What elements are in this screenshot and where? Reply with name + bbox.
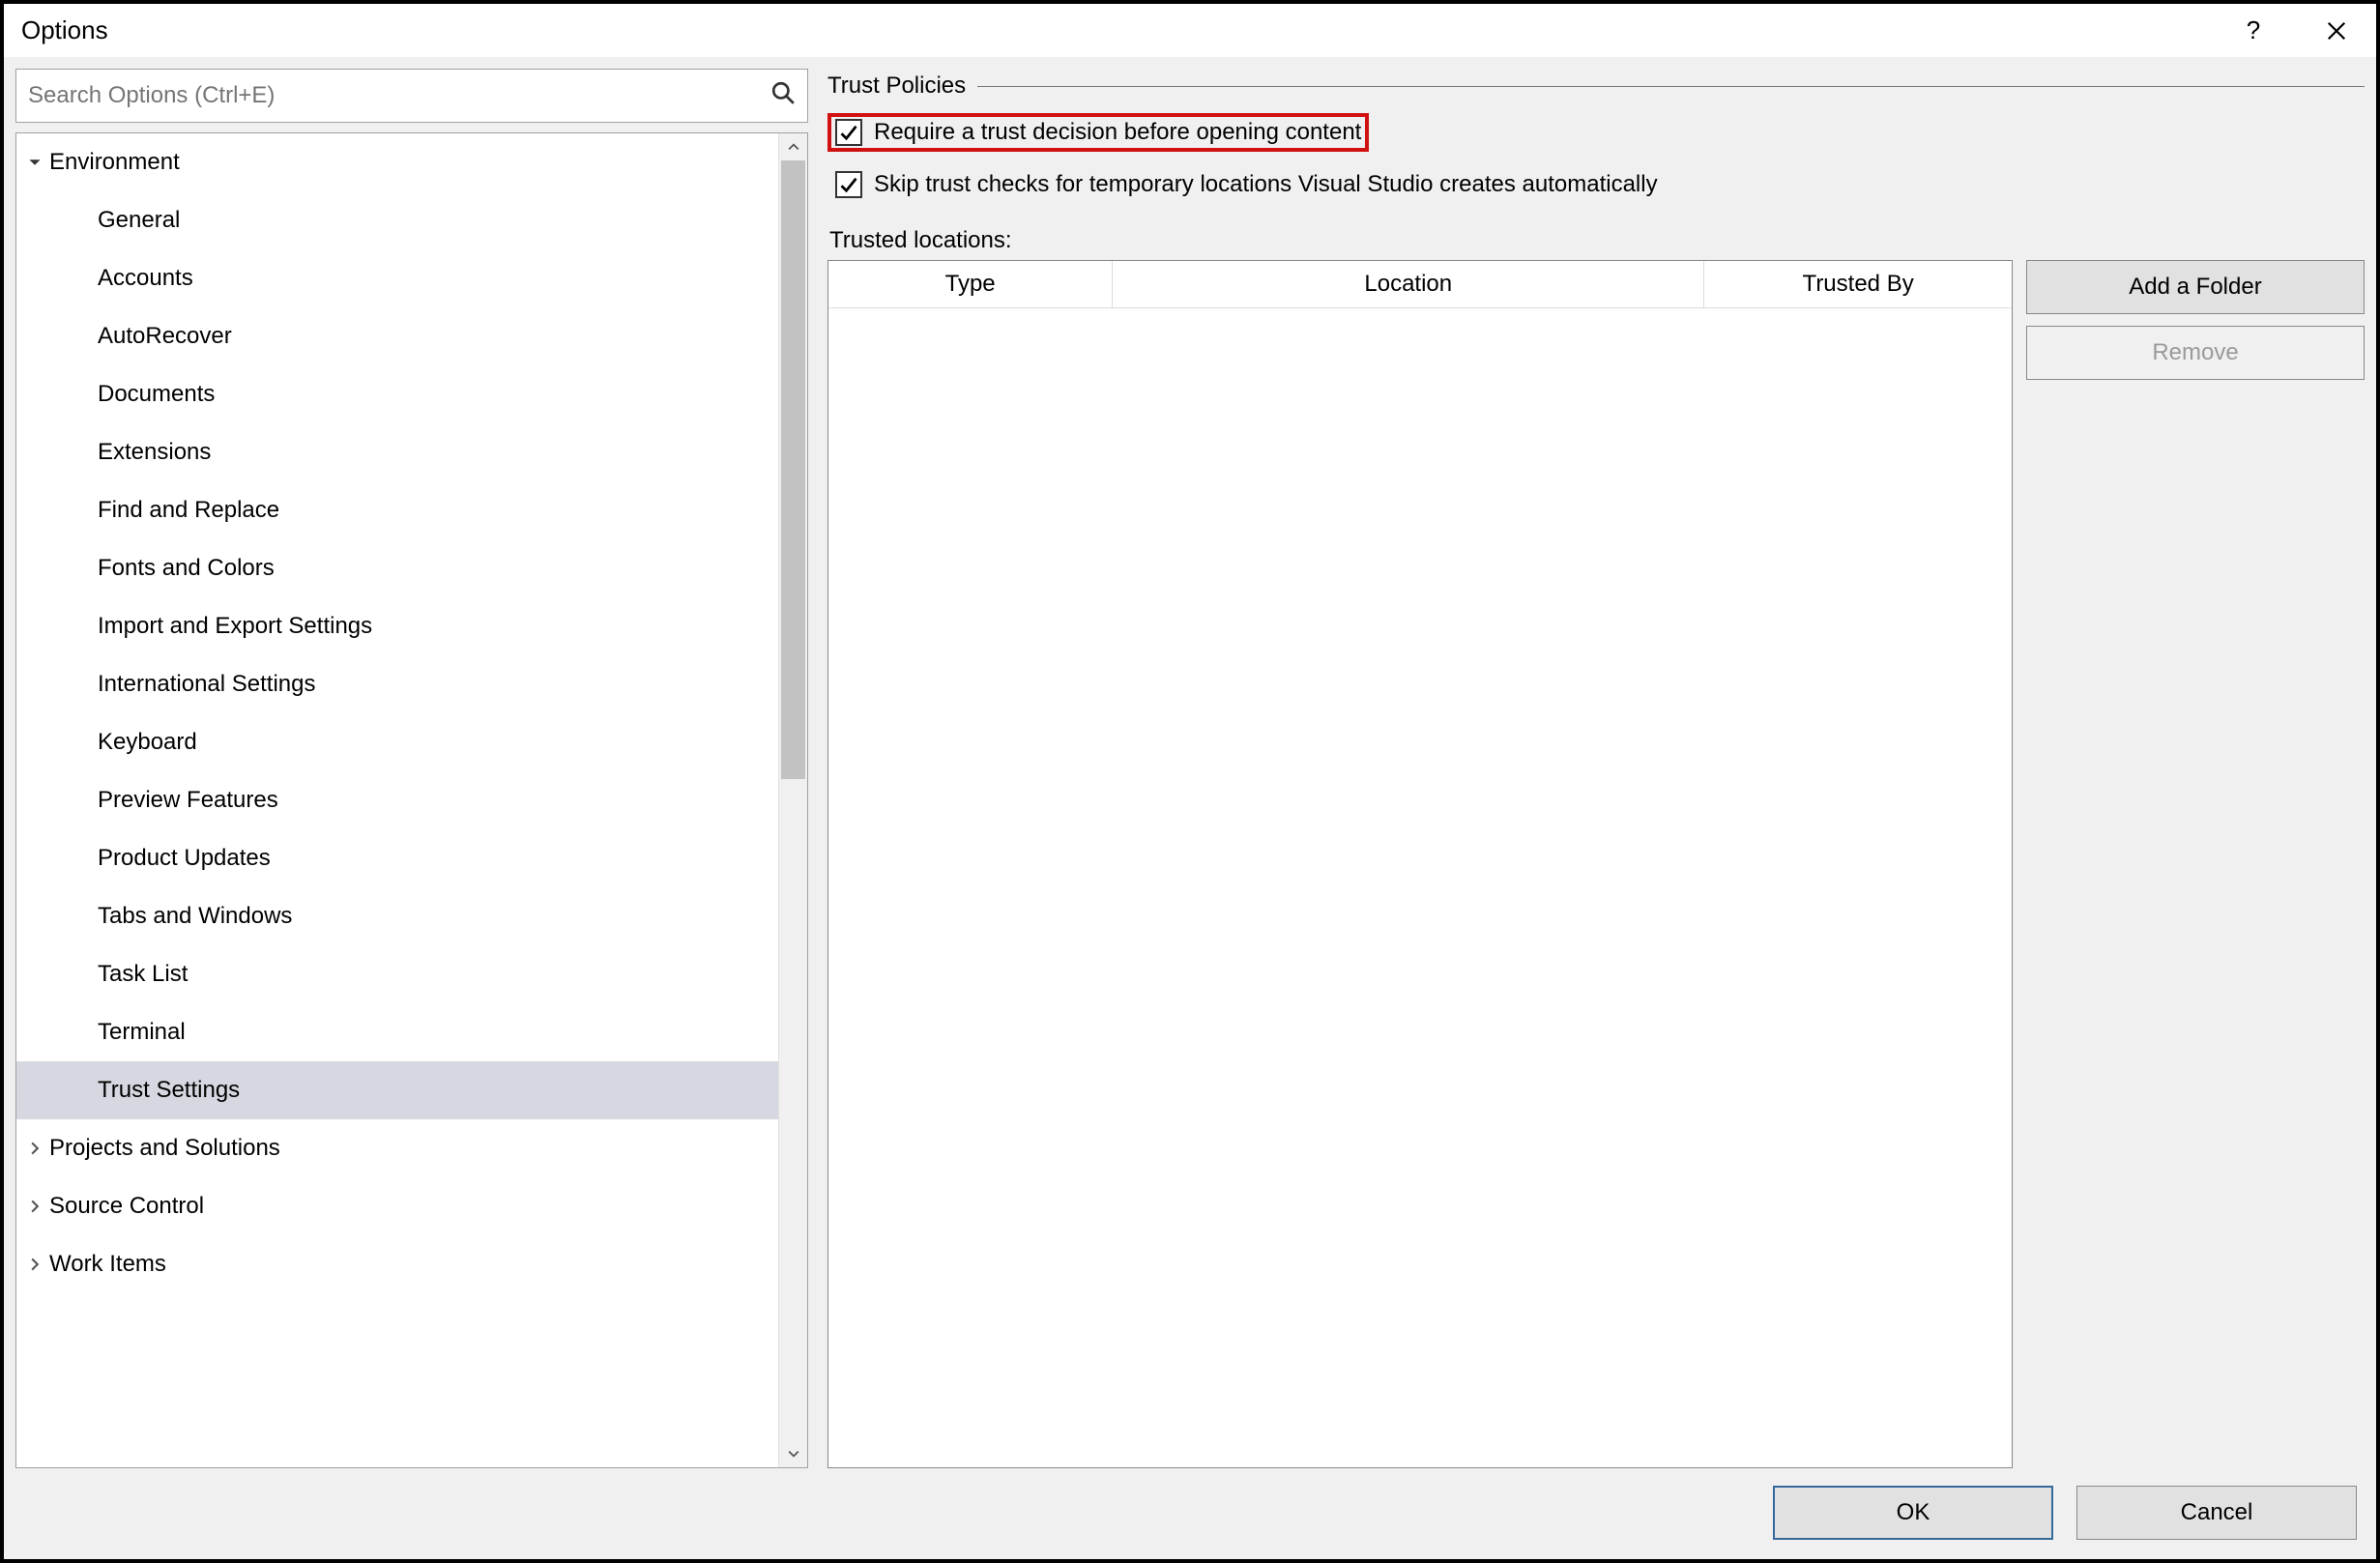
tree-scrollbar[interactable]	[778, 133, 807, 1467]
tree-international-settings[interactable]: International Settings	[16, 655, 778, 713]
tree-item-label: General	[98, 209, 180, 232]
ok-button[interactable]: OK	[1773, 1486, 2053, 1540]
search-input[interactable]	[28, 82, 770, 109]
tree-source-control[interactable]: Source Control	[16, 1177, 778, 1235]
tree-keyboard[interactable]: Keyboard	[16, 713, 778, 771]
chevron-right-icon[interactable]	[24, 1254, 45, 1275]
tree-autorecover[interactable]: AutoRecover	[16, 307, 778, 365]
tree-item-label: Product Updates	[98, 847, 271, 870]
trust-policies-header: Trust Policies	[827, 72, 2365, 100]
expander-placeholder	[73, 1080, 94, 1101]
tree-fonts-and-colors[interactable]: Fonts and Colors	[16, 539, 778, 597]
tree-product-updates[interactable]: Product Updates	[16, 829, 778, 887]
chevron-right-icon[interactable]	[24, 1138, 45, 1159]
tree-item-label: Find and Replace	[98, 499, 279, 522]
skip-temp-row[interactable]: Skip trust checks for temporary location…	[827, 165, 2365, 204]
expander-placeholder	[73, 500, 94, 521]
search-options[interactable]	[15, 69, 808, 123]
tree-item-label: Extensions	[98, 441, 211, 464]
remove-button: Remove	[2026, 326, 2365, 380]
chevron-right-icon[interactable]	[24, 1196, 45, 1217]
tree-item-label: Fonts and Colors	[98, 557, 275, 580]
expander-placeholder	[73, 906, 94, 927]
group-label: Trust Policies	[827, 72, 966, 100]
expander-placeholder	[73, 558, 94, 579]
search-icon[interactable]	[770, 80, 796, 111]
skip-temp-label: Skip trust checks for temporary location…	[874, 171, 1658, 198]
tree-trust-settings[interactable]: Trust Settings	[16, 1061, 778, 1119]
tree-extensions[interactable]: Extensions	[16, 423, 778, 481]
tree-import-and-export-settings[interactable]: Import and Export Settings	[16, 597, 778, 655]
options-tree[interactable]: Environment General Accounts AutoRecover Doc…	[16, 133, 778, 1467]
tree-item-label: International Settings	[98, 673, 315, 696]
tree-preview-features[interactable]: Preview Features	[16, 771, 778, 829]
trusted-locations-table[interactable]: Type Location Trusted By	[827, 260, 2013, 1468]
tree-terminal[interactable]: Terminal	[16, 1003, 778, 1061]
divider	[977, 86, 2365, 87]
expander-placeholder	[73, 790, 94, 811]
tree-item-label: Tabs and Windows	[98, 905, 292, 928]
tree-item-label: Import and Export Settings	[98, 615, 372, 638]
expander-placeholder	[73, 732, 94, 753]
require-trust-checkbox[interactable]	[835, 119, 862, 146]
tree-tabs-and-windows[interactable]: Tabs and Windows	[16, 887, 778, 945]
tree-general[interactable]: General	[16, 191, 778, 249]
help-icon[interactable]: ?	[2231, 9, 2276, 53]
expander-placeholder	[73, 1022, 94, 1043]
expander-placeholder	[73, 616, 94, 637]
expander-placeholder	[73, 848, 94, 869]
expander-placeholder	[73, 326, 94, 347]
require-trust-row[interactable]: Require a trust decision before opening …	[827, 113, 1369, 152]
expander-placeholder	[73, 674, 94, 695]
tree-item-label: AutoRecover	[98, 325, 232, 348]
cancel-button[interactable]: Cancel	[2076, 1486, 2357, 1540]
expander-placeholder	[73, 210, 94, 231]
tree-projects-and-solutions[interactable]: Projects and Solutions	[16, 1119, 778, 1177]
expander-placeholder	[73, 442, 94, 463]
scroll-down-icon[interactable]	[779, 1440, 807, 1467]
tree-item-label: Task List	[98, 963, 188, 986]
tree-item-label: Preview Features	[98, 789, 278, 812]
window-title: Options	[21, 15, 108, 45]
skip-temp-checkbox[interactable]	[835, 171, 862, 198]
expander-placeholder	[73, 384, 94, 405]
chevron-down-icon[interactable]	[24, 152, 45, 173]
expander-placeholder	[73, 964, 94, 985]
col-location[interactable]: Location	[1113, 261, 1704, 308]
tree-work-items[interactable]: Work Items	[16, 1235, 778, 1293]
tree-item-label: Terminal	[98, 1021, 186, 1044]
tree-item-label: Documents	[98, 383, 215, 406]
col-type[interactable]: Type	[828, 261, 1113, 308]
add-folder-button[interactable]: Add a Folder	[2026, 260, 2365, 314]
scroll-up-icon[interactable]	[779, 133, 807, 160]
expander-placeholder	[73, 268, 94, 289]
scroll-thumb[interactable]	[781, 160, 805, 779]
tree-task-list[interactable]: Task List	[16, 945, 778, 1003]
tree-item-label: Keyboard	[98, 731, 197, 754]
tree-item-label: Environment	[49, 151, 180, 174]
table-body	[828, 308, 2012, 1467]
trusted-locations-label: Trusted locations:	[829, 227, 2365, 254]
require-trust-label: Require a trust decision before opening …	[874, 119, 1361, 146]
tree-documents[interactable]: Documents	[16, 365, 778, 423]
tree-accounts[interactable]: Accounts	[16, 249, 778, 307]
tree-item-label: Projects and Solutions	[49, 1137, 280, 1160]
tree-item-label: Source Control	[49, 1195, 204, 1218]
tree-item-label: Trust Settings	[98, 1079, 240, 1102]
close-icon[interactable]	[2314, 9, 2359, 53]
titlebar: Options ?	[4, 4, 2376, 57]
tree-item-label: Work Items	[49, 1253, 166, 1276]
tree-item-label: Accounts	[98, 267, 193, 290]
tree-environment[interactable]: Environment	[16, 133, 778, 191]
tree-find-and-replace[interactable]: Find and Replace	[16, 481, 778, 539]
col-trusted-by[interactable]: Trusted By	[1704, 261, 2012, 308]
